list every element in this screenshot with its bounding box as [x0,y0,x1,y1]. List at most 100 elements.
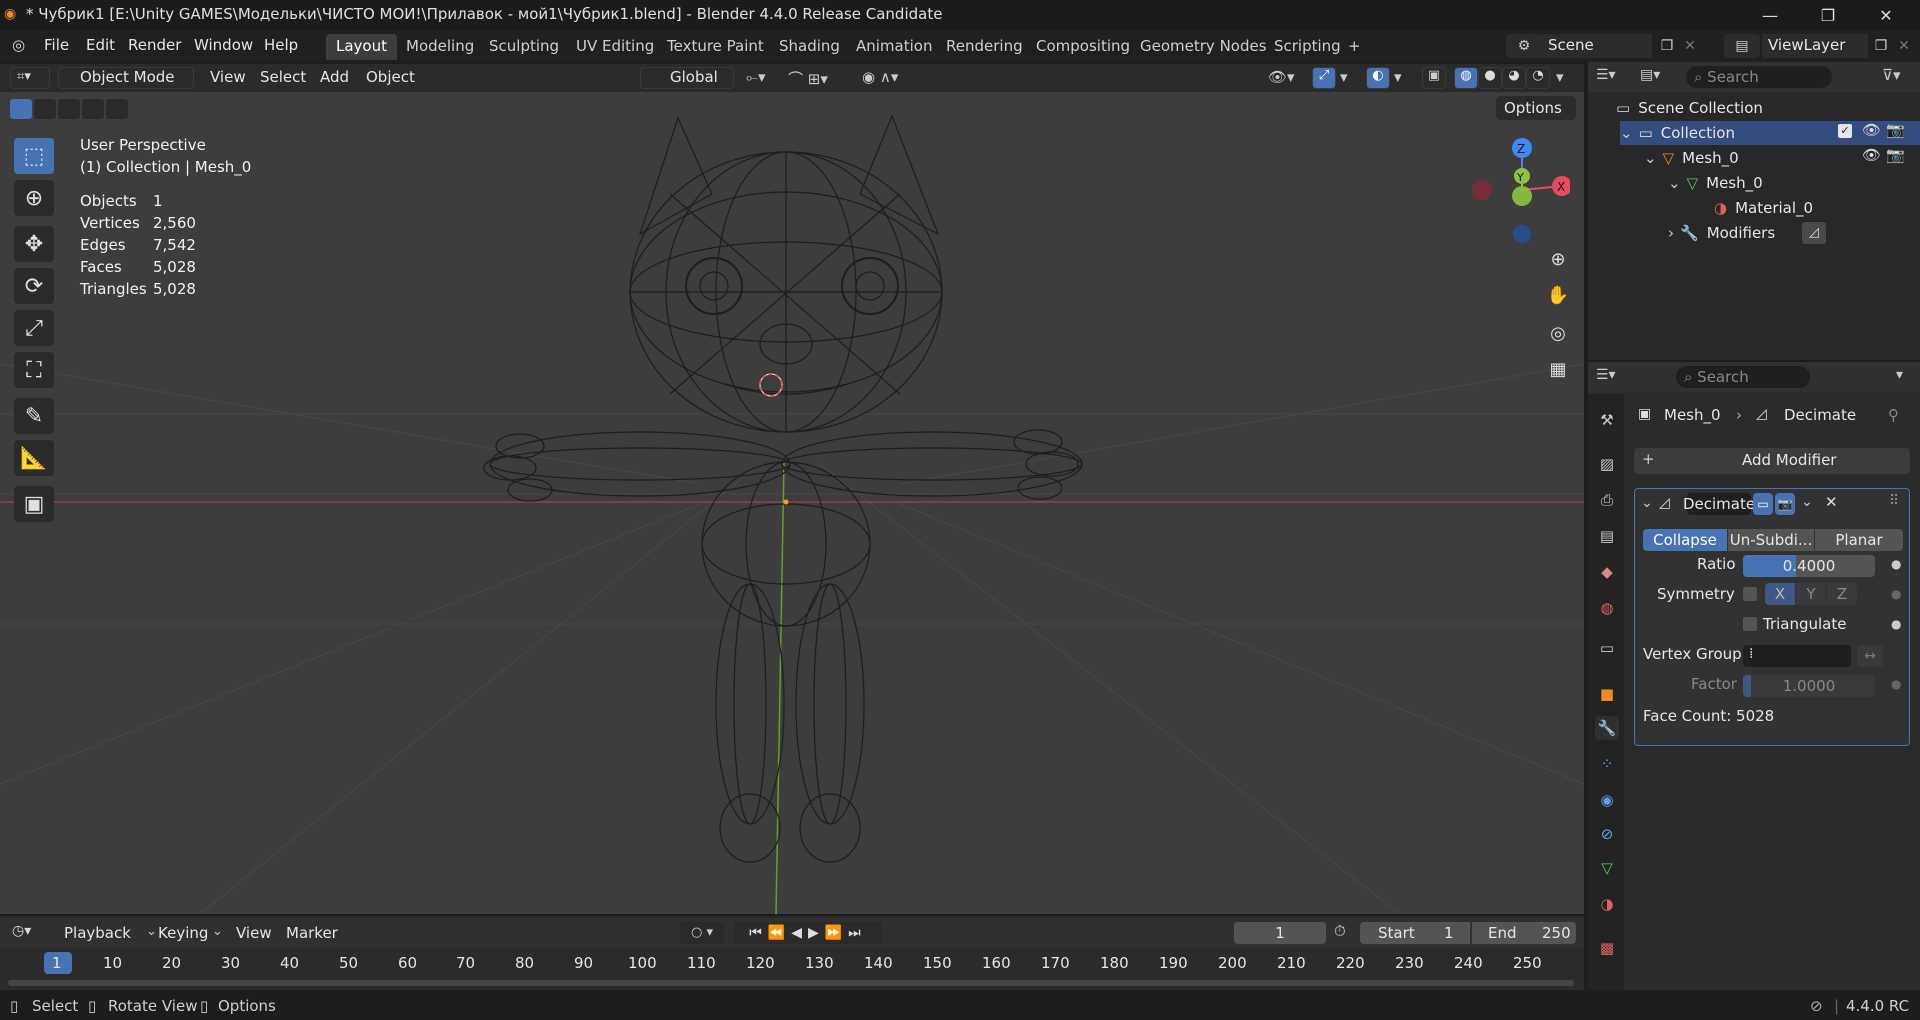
perspective-toggle-icon[interactable]: ▦ [1541,352,1575,386]
remove-modifier-icon[interactable]: ✕ [1825,493,1838,511]
menu-window[interactable]: Window [194,36,253,54]
rendered-shading-icon[interactable]: ◔ [1526,67,1550,89]
shading-dropdown-icon[interactable]: ▾ [1556,68,1564,86]
pin-icon[interactable]: ⚲ [1888,406,1899,424]
visibility-icon[interactable]: 👁▾ [1268,68,1295,86]
outliner-mesh-row[interactable]: ⌄ ▽ Mesh_0 [1668,171,1763,195]
menu-edit[interactable]: Edit [86,36,115,54]
overlays-dropdown-icon[interactable]: ▾ [1394,68,1402,86]
material-shading-icon[interactable]: ◕ [1502,67,1526,89]
gizmo-dropdown-icon[interactable]: ▾ [1340,68,1348,86]
navigation-gizmo[interactable]: Z X Y [1470,134,1570,244]
menu-playback[interactable]: Playback [64,924,131,942]
keyframe-dot-icon[interactable]: ● [1891,617,1901,631]
solid-shading-icon[interactable]: ● [1478,67,1502,89]
add-modifier-button[interactable]: + Add Modifier [1634,448,1910,474]
render-camera-icon[interactable]: 📷 [1886,146,1905,164]
mode-unsubdivide-button[interactable]: Un-Subdi... [1728,529,1814,551]
delete-scene-icon[interactable]: ✕ [1680,34,1700,58]
filter-icon[interactable]: ⊽▾ [1882,66,1916,88]
render-tab-icon[interactable]: ▨ [1595,452,1619,476]
3d-viewport[interactable]: User Perspective (1) Collection | Mesh_0… [0,64,1584,914]
symmetry-checkbox[interactable] [1743,587,1757,601]
scale-tool-icon[interactable]: ⤢ [14,310,54,346]
constraints-tab-icon[interactable]: ⊘ [1595,822,1619,846]
vertex-group-field[interactable]: ⁞ [1743,645,1851,667]
symmetry-axis-y[interactable]: Y [1796,583,1826,605]
symmetry-axis-x[interactable]: X [1765,583,1795,605]
annotate-tool-icon[interactable]: ✎ [14,398,54,434]
chevron-down-icon[interactable]: ⌄ [1620,124,1633,142]
show-viewport-icon[interactable]: ▭ [1753,493,1773,515]
collapse-panel-chevron-icon[interactable]: ⌄ [1641,495,1653,511]
wireframe-shading-icon[interactable]: ◍ [1454,67,1478,89]
overlays-toggle-icon[interactable]: ◐ [1366,67,1390,89]
hide-eye-icon[interactable]: 👁 [1862,121,1881,139]
tab-animation[interactable]: Animation [846,34,942,60]
add-cube-tool-icon[interactable]: ▣ [14,486,54,522]
tab-rendering[interactable]: Rendering [936,34,1033,60]
symmetry-axis-z[interactable]: Z [1827,583,1857,605]
physics-tab-icon[interactable]: ◉ [1595,788,1619,812]
scene-tab-icon[interactable]: ◆ [1595,560,1619,584]
view-layer-icon[interactable]: ▤ [1724,34,1760,58]
invert-vertex-group-icon[interactable]: ↔ [1857,645,1883,667]
move-tool-icon[interactable]: ✥ [14,226,54,262]
zoom-icon[interactable]: ⊕ [1541,242,1575,276]
scene-name-field[interactable]: Scene [1542,34,1652,58]
new-view-layer-icon[interactable]: ❐ [1870,34,1892,58]
end-frame-field[interactable]: End 250 [1472,922,1576,944]
outliner-material-row[interactable]: ◑ Material_0 [1714,196,1813,220]
keyframe-dot-icon[interactable]: ● [1891,587,1901,601]
menu-help[interactable]: Help [264,36,298,54]
playback-controls-icon[interactable]: ⏮⏪◀▶⏩⏭ [734,922,882,944]
select-intersect-icon[interactable] [106,99,128,119]
view-layer-field[interactable]: ViewLayer [1762,34,1868,58]
ratio-slider[interactable]: 0.4000 [1743,555,1875,577]
chevron-right-icon[interactable]: › [1668,224,1674,242]
display-mode-icon[interactable]: ▤▾ [1640,67,1676,89]
menu-select[interactable]: Select [260,68,306,86]
output-tab-icon[interactable]: ⎙ [1595,488,1619,512]
cursor-tool-icon[interactable]: ⊕ [14,180,54,216]
maximize-button[interactable]: ❐ [1800,0,1856,30]
blender-menu-icon[interactable]: ◎ [12,36,25,54]
hide-eye-icon[interactable]: 👁 [1862,146,1881,164]
menu-view[interactable]: View [210,68,246,86]
outliner-search-input[interactable]: ⌕ Search [1686,66,1832,88]
texture-tab-icon[interactable]: ▩ [1595,936,1619,960]
show-render-icon[interactable]: 📷 [1775,493,1795,515]
tab-sculpting[interactable]: Sculpting [479,34,569,60]
particles-tab-icon[interactable]: ⁘ [1595,752,1619,776]
menu-file[interactable]: File [44,36,69,54]
menu-keying[interactable]: Keying [158,924,208,942]
object-tab-icon[interactable]: ■ [1595,682,1619,706]
modifier-tab-icon[interactable]: 🔧 [1595,716,1619,740]
pan-hand-icon[interactable]: ✋ [1541,278,1575,312]
rotate-tool-icon[interactable]: ⟳ [14,268,54,304]
modifier-dropdown-icon[interactable]: ⌄ [1801,494,1813,510]
tab-uv-editing[interactable]: UV Editing [566,34,664,60]
render-camera-icon[interactable]: 📷 [1886,121,1905,139]
select-extend-icon[interactable] [34,99,56,119]
properties-options-dropdown-icon[interactable]: ▾ [1896,367,1903,383]
select-new-icon[interactable] [10,99,32,119]
menu-timeline-view[interactable]: View [236,924,272,942]
triangulate-checkbox[interactable] [1743,617,1757,631]
select-box-tool-icon[interactable]: ⬚ [14,138,54,174]
close-window-button[interactable]: ✕ [1858,0,1914,30]
properties-editor-type-icon[interactable]: ☰▾ [1596,367,1616,383]
proportional-edit-icon[interactable]: ◉ ∧▾ [862,68,898,86]
tab-compositing[interactable]: Compositing [1026,34,1140,60]
data-tab-icon[interactable]: ▽ [1595,856,1619,880]
minimize-button[interactable]: — [1742,0,1798,30]
decimate-modifier-icon[interactable]: ◿ [1802,222,1826,244]
camera-view-icon[interactable]: ◎ [1541,316,1575,350]
exclude-checkbox[interactable]: ✓ [1838,124,1852,138]
chevron-down-icon[interactable]: ⌄ [1644,149,1657,167]
options-dropdown[interactable]: Options [1496,96,1576,120]
transform-tool-icon[interactable]: ⛶ [14,352,54,388]
stopwatch-icon[interactable]: ⏱ [1334,922,1346,940]
menu-object[interactable]: Object [366,68,415,86]
outliner-object-row[interactable]: ⌄ ▽ Mesh_0 [1644,146,1739,170]
